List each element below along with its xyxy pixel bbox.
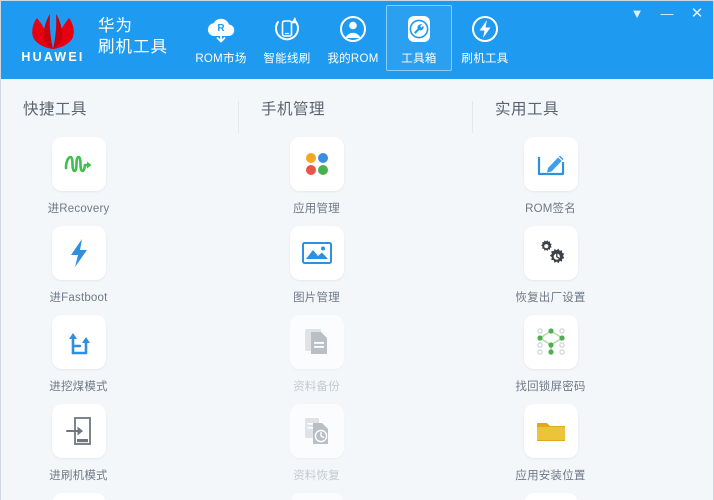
nav-item-toolbox[interactable]: 工具箱 [386, 5, 452, 71]
section-phone-management: 手机管理 应用管理 [235, 97, 469, 500]
tile-recover-lock-password[interactable]: 找回锁屏密码 [495, 315, 606, 394]
huawei-wordmark: HUAWEI [15, 51, 91, 63]
rom-signature-pen-icon [524, 137, 578, 191]
close-button[interactable]: ✕ [689, 7, 705, 21]
app-window: HUAWEI 华为 刷机工具 R ROM市场 [0, 0, 714, 500]
nav-label: ROM市场 [189, 50, 253, 66]
tile-label: ROM签名 [525, 200, 576, 216]
brand-title-line2: 刷机工具 [98, 37, 168, 58]
nav-label: 工具箱 [387, 50, 451, 66]
user-circle-icon [321, 12, 385, 46]
four-dots-apps-icon [290, 137, 344, 191]
tile-rom-signature[interactable]: ROM签名 [495, 137, 606, 216]
tile-app-install-location[interactable]: 应用安装位置 [495, 404, 606, 483]
section-utility-tools: 实用工具 ROM签名 [469, 97, 703, 500]
phone-refresh-icon [255, 12, 319, 46]
tile-label: 进刷机模式 [49, 467, 108, 483]
tile-label: 找回锁屏密码 [515, 378, 585, 394]
tile-label: 图片管理 [293, 289, 340, 305]
brand-title-line1: 华为 [98, 16, 168, 37]
tile-modify-imei[interactable]: IM EI 修改IMEI [495, 493, 606, 500]
section-title: 实用工具 [495, 97, 703, 119]
tile-enter-recovery[interactable]: 进Recovery [23, 137, 134, 216]
tile-label: 应用安装位置 [515, 467, 585, 483]
nav-label: 我的ROM [321, 50, 385, 66]
lightning-circle-icon [453, 12, 517, 46]
toolbox-content: 快捷工具 进Recovery [1, 79, 713, 500]
tile-label: 应用管理 [293, 200, 340, 216]
lightning-bolt-icon [52, 226, 106, 280]
tile-enter-fastboot[interactable]: 进Fastboot [23, 226, 134, 305]
window-controls: ▼ — ✕ [629, 7, 705, 21]
wrench-toolbox-icon [387, 12, 451, 46]
tile-data-backup[interactable]: 资料备份 [261, 315, 372, 394]
section-title: 手机管理 [261, 97, 469, 119]
huawei-logo: HUAWEI [15, 10, 91, 63]
document-clock-icon [290, 404, 344, 458]
nav-item-rom-market[interactable]: R ROM市场 [188, 5, 254, 71]
tile-label: 进挖煤模式 [49, 378, 108, 394]
cloud-download-rom-icon: R [189, 12, 253, 46]
tile-picture-management[interactable]: 图片管理 [261, 226, 372, 305]
tile-label: 资料备份 [293, 378, 340, 394]
title-bar: HUAWEI 华为 刷机工具 R ROM市场 [1, 1, 713, 79]
tile-device-restart[interactable]: 设备重启 [23, 493, 134, 500]
section-quick-tools: 快捷工具 进Recovery [1, 97, 235, 500]
nav-item-smart-flash[interactable]: 智能线刷 [254, 5, 320, 71]
nav-item-flash-tool[interactable]: 刷机工具 [452, 5, 518, 71]
tile-app-management[interactable]: 应用管理 [261, 137, 372, 216]
tile-label: 进Fastboot [49, 289, 107, 305]
tile-enter-flash-mode[interactable]: 进刷机模式 [23, 404, 134, 483]
tile-label: 恢复出厂设置 [515, 289, 585, 305]
tile-label: 进Recovery [48, 200, 110, 216]
nav-label: 刷机工具 [453, 50, 517, 66]
imei-pencil-icon: IM EI [524, 493, 578, 500]
yellow-folder-icon [524, 404, 578, 458]
gears-factory-reset-icon [524, 226, 578, 280]
picture-frame-icon [290, 226, 344, 280]
restart-circle-icon [52, 493, 106, 500]
minimize-button[interactable]: — [659, 7, 675, 21]
arrows-mining-icon [52, 315, 106, 369]
pattern-lock-icon [524, 315, 578, 369]
brand-title: 华为 刷机工具 [98, 16, 168, 58]
nav-item-my-rom[interactable]: 我的ROM [320, 5, 386, 71]
system-backup-icon [290, 493, 344, 500]
nav-label: 智能线刷 [255, 50, 319, 66]
document-copy-icon [290, 315, 344, 369]
huawei-flower-icon [20, 10, 86, 50]
brand-logo: HUAWEI 华为 刷机工具 [15, 10, 168, 63]
tile-enter-mining-mode[interactable]: 进挖煤模式 [23, 315, 134, 394]
tile-factory-reset[interactable]: 恢复出厂设置 [495, 226, 606, 305]
recovery-wave-icon [52, 137, 106, 191]
main-nav: R ROM市场 智能线刷 [188, 5, 518, 71]
tile-label: 资料恢复 [293, 467, 340, 483]
section-title: 快捷工具 [23, 97, 235, 119]
menu-button[interactable]: ▼ [629, 7, 645, 21]
tile-data-restore[interactable]: 资料恢复 [261, 404, 372, 483]
phone-enter-icon [52, 404, 106, 458]
tile-system-backup[interactable]: 系统备份 [261, 493, 372, 500]
